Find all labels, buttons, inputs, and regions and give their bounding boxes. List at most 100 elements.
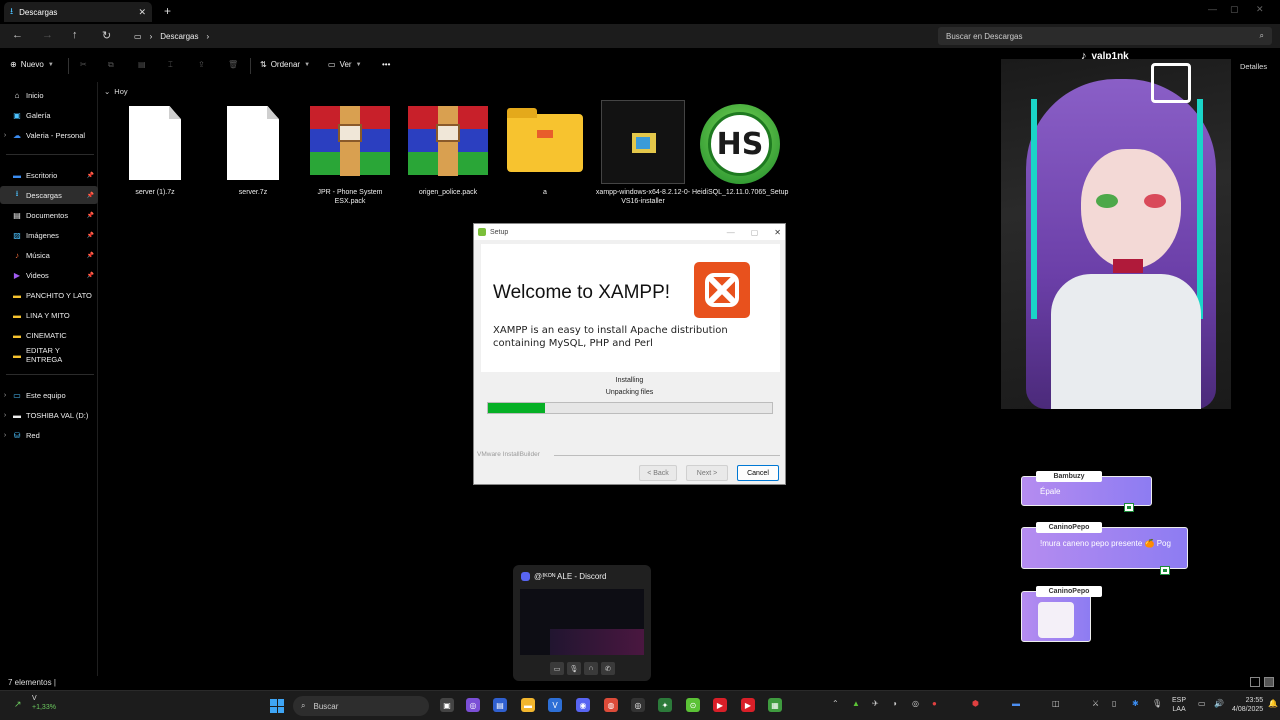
chevron-right-icon[interactable]: › <box>0 412 10 419</box>
hangup-icon[interactable]: ✆ <box>601 662 615 675</box>
sidebar-item-red[interactable]: › ⛁ Red <box>0 426 98 444</box>
tray-app-icon[interactable]: ✈ <box>872 699 879 708</box>
sidebar-item-folder[interactable]: ▬ PANCHITO Y LATO <box>0 286 98 304</box>
more-options-icon[interactable]: ••• <box>382 60 390 69</box>
network-icon[interactable]: ▭ <box>1198 699 1206 708</box>
pin-icon[interactable]: 📌 <box>87 252 94 259</box>
minimize-icon[interactable]: — <box>727 228 735 237</box>
microphone-icon[interactable]: 🎙 <box>567 662 581 675</box>
camera-icon[interactable]: ▭ <box>550 662 564 675</box>
file-item[interactable]: xampp-windows-x64-8.2.12-0-VS16-installe… <box>595 100 691 206</box>
cut-icon[interactable]: ✂ <box>80 60 87 69</box>
sidebar-item-escritorio[interactable]: ▬ Escritorio 📌 <box>0 166 98 184</box>
paste-icon[interactable]: ▤ <box>138 60 146 69</box>
chevron-right-icon[interactable]: › <box>0 132 10 139</box>
forward-icon[interactable]: → <box>42 29 53 41</box>
address-bar[interactable]: ▭ › Descargas › <box>128 27 928 45</box>
sidebar-item-inicio[interactable]: ⌂ Inicio <box>0 86 98 104</box>
tray-app-icon[interactable]: ⬢ <box>972 699 979 708</box>
app-icon[interactable]: ✦ <box>658 698 672 712</box>
tray-app-icon[interactable]: ▲ <box>852 699 860 708</box>
pin-icon[interactable]: 📌 <box>87 232 94 239</box>
file-item[interactable]: JPR - Phone System ESX.pack <box>302 102 398 206</box>
file-item[interactable]: server.7z <box>205 102 301 197</box>
file-explorer-icon[interactable]: ▬ <box>521 698 535 712</box>
back-icon[interactable]: ← <box>12 29 23 41</box>
tray-app-icon[interactable]: ◎ <box>912 699 919 708</box>
app-icon[interactable]: ▤ <box>493 698 507 712</box>
sidebar-item-este-equipo[interactable]: › ▭ Este equipo <box>0 386 98 404</box>
app-icon[interactable]: ▶ <box>713 698 727 712</box>
tab-descargas[interactable]: ⭳ Descargas ✕ <box>4 2 152 22</box>
file-item[interactable]: server (1).7z <box>107 102 203 197</box>
app-icon[interactable]: ▦ <box>768 698 782 712</box>
preview-thumbnail[interactable] <box>520 589 644 655</box>
search-input[interactable]: Buscar en Descargas ⌕ <box>938 27 1272 45</box>
file-item[interactable]: HS HeidiSQL_12.11.0.7065_Setup <box>692 102 788 197</box>
sidebar-item-folder[interactable]: ▬ LINA Y MITO <box>0 306 98 324</box>
pin-icon[interactable]: 📌 <box>87 192 94 199</box>
tray-app-icon[interactable]: ● <box>932 699 937 708</box>
details-button[interactable]: Detalles <box>1240 62 1267 71</box>
volume-icon[interactable]: 🔊 <box>1214 699 1224 708</box>
microphone-icon[interactable]: 🎙 <box>1152 699 1162 708</box>
sidebar-item-musica[interactable]: ♪ Música 📌 <box>0 246 98 264</box>
tray-app-icon[interactable]: ◫ <box>1052 699 1060 708</box>
tray-app-icon[interactable]: ▬ <box>1012 699 1020 708</box>
view-button[interactable]: ▭ Ver ▼ <box>328 60 362 69</box>
sidebar-item-videos[interactable]: ▶ Videos 📌 <box>0 266 98 284</box>
group-header-hoy[interactable]: ⌄ Hoy <box>104 87 128 96</box>
cancel-button[interactable]: Cancel <box>737 465 779 481</box>
headphones-icon[interactable]: ∩ <box>584 662 598 675</box>
sidebar-item-documentos[interactable]: ▤ Documentos 📌 <box>0 206 98 224</box>
sidebar-item-galeria[interactable]: ▣ Galería <box>0 106 98 124</box>
start-button[interactable] <box>270 699 284 713</box>
chrome-icon[interactable]: ◍ <box>604 698 618 712</box>
minimize-icon[interactable]: — <box>1208 4 1217 14</box>
window-close-icon[interactable]: ✕ <box>1256 4 1264 15</box>
details-view-icon[interactable] <box>1250 677 1260 687</box>
language-indicator[interactable]: ESP LAA <box>1172 696 1186 714</box>
sidebar-item-descargas[interactable]: ⭳ Descargas 📌 <box>0 186 98 204</box>
tray-app-icon[interactable]: ⚔ <box>1092 699 1099 708</box>
breadcrumb[interactable]: Descargas <box>160 32 198 41</box>
sidebar-item-imagenes[interactable]: ▨ Imágenes 📌 <box>0 226 98 244</box>
tiles-view-icon[interactable] <box>1264 677 1274 687</box>
pin-icon[interactable]: 📌 <box>87 172 94 179</box>
system-clock[interactable]: 23:55 4/08/2025 <box>1232 696 1263 714</box>
close-tab-icon[interactable]: ✕ <box>138 7 146 18</box>
delete-icon[interactable]: 🗑 <box>228 60 238 69</box>
discord-window-preview[interactable]: @!ᴷᴼᴺ ALE - Discord ▭ 🎙 ∩ ✆ <box>513 565 651 681</box>
app-icon[interactable]: ◎ <box>631 698 645 712</box>
sidebar-item-folder[interactable]: ▬ CINEMATIC <box>0 326 98 344</box>
task-view-icon[interactable]: ▣ <box>440 698 454 712</box>
back-button[interactable]: < Back <box>639 465 677 481</box>
pin-icon[interactable]: 📌 <box>87 272 94 279</box>
taskbar-search[interactable]: ⌕ Buscar <box>293 696 429 716</box>
sort-button[interactable]: ⇅ Ordenar ▼ <box>260 60 310 69</box>
sidebar-item-valeria[interactable]: › ☁ Valeria - Personal <box>0 126 98 144</box>
folder-item[interactable]: a <box>497 102 593 197</box>
sidebar-item-toshiba[interactable]: › ▬ TOSHIBA VAL (D:) <box>0 406 98 424</box>
copilot-icon[interactable]: ◎ <box>466 698 480 712</box>
copy-icon[interactable]: ⧉ <box>108 60 114 70</box>
stock-widget[interactable]: ↗ V +1,33% <box>14 695 56 711</box>
share-icon[interactable]: ⇪ <box>198 60 205 69</box>
next-button[interactable]: Next > <box>686 465 728 481</box>
chevron-right-icon[interactable]: › <box>0 432 10 439</box>
app-icon[interactable]: ⊙ <box>686 698 700 712</box>
bluetooth-icon[interactable]: ✱ <box>1132 699 1139 708</box>
vscode-icon[interactable]: V <box>548 698 562 712</box>
file-item[interactable]: origen_police.pack <box>400 102 496 197</box>
notification-icon[interactable]: 🔔 <box>1268 699 1278 708</box>
new-button[interactable]: ⊕ Nuevo ▼ <box>10 60 54 69</box>
maximize-icon[interactable]: ▢ <box>1230 4 1239 15</box>
discord-icon[interactable]: ◉ <box>576 698 590 712</box>
tray-app-icon[interactable]: ◑ <box>892 699 897 708</box>
refresh-icon[interactable]: ↻ <box>102 29 111 42</box>
up-icon[interactable]: ↑ <box>72 29 78 41</box>
chevron-up-icon[interactable]: ⌃ <box>832 699 839 708</box>
close-icon[interactable]: ✕ <box>774 228 781 237</box>
new-tab-button[interactable]: + <box>164 4 171 18</box>
rename-icon[interactable]: ⌶ <box>168 60 173 70</box>
